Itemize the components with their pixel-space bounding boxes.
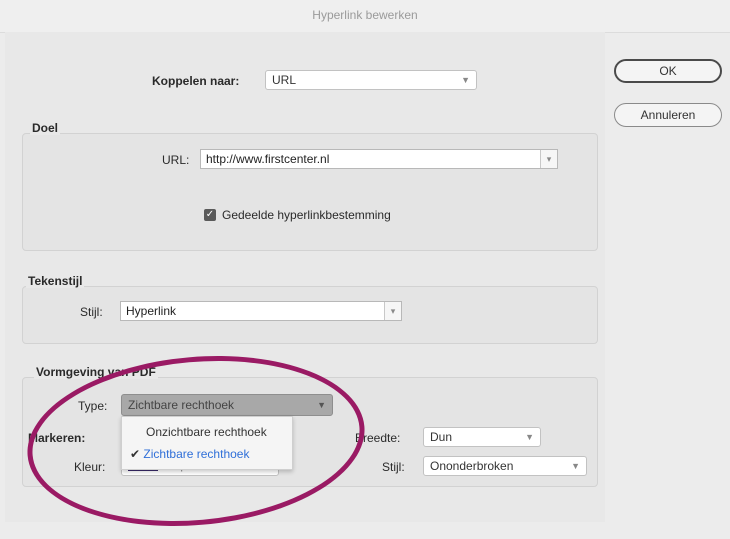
url-input[interactable]: http://www.firstcenter.nl ▾ <box>200 149 558 169</box>
chevron-down-icon: ▼ <box>461 75 470 85</box>
character-style-group-title: Tekenstijl <box>26 274 85 288</box>
character-style-value: Hyperlink <box>126 304 177 318</box>
width-value: Dun <box>430 430 453 444</box>
shared-destination-checkbox[interactable]: ✓ <box>204 209 216 221</box>
link-to-label: Koppelen naar: <box>152 74 240 88</box>
chevron-down-icon: ▼ <box>525 432 534 442</box>
chevron-down-icon: ▼ <box>571 461 580 471</box>
link-to-value: URL <box>272 73 297 87</box>
character-style-label: Stijl: <box>80 305 103 319</box>
ok-button[interactable]: OK <box>614 59 722 83</box>
url-value: http://www.firstcenter.nl <box>206 152 330 166</box>
character-style-input[interactable]: Hyperlink ▾ <box>120 301 402 321</box>
destination-group-title: Doel <box>30 121 61 135</box>
border-style-label: Stijl: <box>382 460 405 474</box>
border-style-value: Ononderbroken <box>430 459 514 473</box>
shared-destination-label: Gedeelde hyperlinkbestemming <box>222 208 391 222</box>
window-title: Hyperlink bewerken <box>312 8 418 22</box>
url-dropdown-icon[interactable]: ▾ <box>540 150 557 168</box>
cancel-button[interactable]: Annuleren <box>614 103 722 127</box>
width-select[interactable]: Dun ▼ <box>423 427 541 447</box>
window-titlebar: Hyperlink bewerken <box>0 0 730 33</box>
character-style-dropdown-icon[interactable]: ▾ <box>384 302 401 320</box>
link-to-select[interactable]: URL ▼ <box>265 70 477 90</box>
url-label: URL: <box>162 153 190 167</box>
checkmark-icon: ✓ <box>205 209 215 220</box>
border-style-select[interactable]: Ononderbroken ▼ <box>423 456 587 476</box>
